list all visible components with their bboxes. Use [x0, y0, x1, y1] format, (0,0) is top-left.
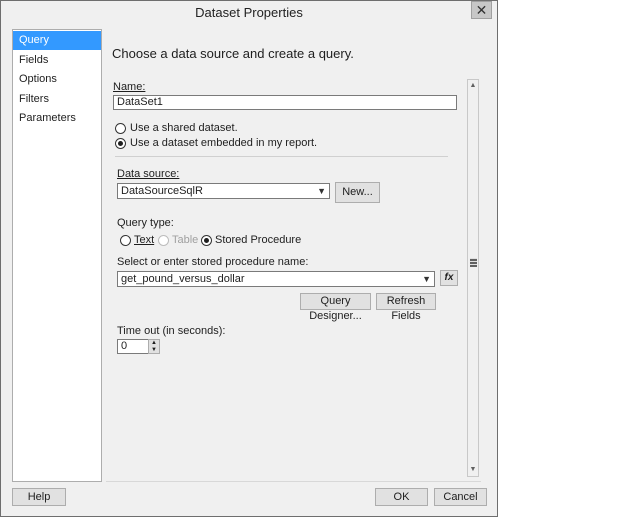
- query-panel: Choose a data source and create a query.…: [105, 29, 481, 481]
- query-type-label: Query type:: [117, 217, 174, 229]
- name-input[interactable]: DataSet1: [113, 95, 457, 110]
- timeout-label: Time out (in seconds):: [117, 325, 226, 337]
- query-type-stored-procedure-label: Stored Procedure: [215, 234, 302, 246]
- page-heading: Choose a data source and create a query.: [112, 46, 354, 61]
- query-type-text-radio[interactable]: [120, 235, 131, 246]
- nav-item-fields[interactable]: Fields: [13, 51, 101, 70]
- embedded-dataset-radio[interactable]: [115, 138, 126, 149]
- expression-fx-button[interactable]: fx: [440, 270, 458, 286]
- spin-down-icon[interactable]: ▼: [149, 347, 159, 354]
- data-source-label: Data source:: [117, 168, 180, 180]
- nav-item-query[interactable]: Query: [13, 31, 101, 50]
- close-icon[interactable]: ✕: [471, 1, 492, 19]
- data-source-value: DataSourceSqlR: [121, 185, 203, 197]
- stored-procedure-value: get_pound_versus_dollar: [121, 273, 245, 285]
- nav-item-parameters[interactable]: Parameters: [13, 109, 101, 128]
- data-source-combo[interactable]: DataSourceSqlR ▼: [117, 183, 330, 199]
- vertical-scrollbar[interactable]: ▲ ▬ ▬ ▬ ▼: [467, 79, 479, 477]
- chevron-down-icon: ▼: [317, 186, 326, 196]
- chevron-down-icon: ▼: [422, 274, 431, 284]
- timeout-spinner[interactable]: ▲ ▼: [148, 339, 160, 354]
- refresh-fields-button[interactable]: Refresh Fields: [376, 293, 436, 322]
- query-type-stored-procedure-radio[interactable]: [201, 235, 212, 246]
- embedded-dataset-label: Use a dataset embedded in my report.: [130, 137, 318, 149]
- scroll-up-icon[interactable]: ▲: [468, 80, 478, 92]
- scroll-grip-icon[interactable]: ▬ ▬ ▬: [470, 256, 477, 269]
- timeout-input[interactable]: 0: [117, 339, 149, 354]
- title-bar: Dataset Properties ✕: [1, 1, 497, 25]
- shared-dataset-label: Use a shared dataset.: [130, 122, 238, 134]
- dataset-properties-dialog: Dataset Properties ✕ Query Fields Option…: [0, 0, 498, 517]
- dialog-title: Dataset Properties: [195, 5, 303, 20]
- query-designer-button[interactable]: Query Designer...: [300, 293, 371, 322]
- help-button[interactable]: Help: [12, 488, 66, 506]
- cancel-button[interactable]: Cancel: [434, 488, 487, 506]
- spin-up-icon[interactable]: ▲: [149, 340, 159, 347]
- nav-item-filters[interactable]: Filters: [13, 90, 101, 109]
- ok-button[interactable]: OK: [375, 488, 428, 506]
- query-type-table-radio: [158, 235, 169, 246]
- new-data-source-button[interactable]: New...: [335, 182, 380, 203]
- nav-item-options[interactable]: Options: [13, 70, 101, 89]
- scroll-down-icon[interactable]: ▼: [468, 464, 478, 476]
- stored-procedure-label: Select or enter stored procedure name:: [117, 256, 309, 268]
- stored-procedure-combo[interactable]: get_pound_versus_dollar ▼: [117, 271, 435, 287]
- name-label: Name:: [113, 81, 146, 93]
- query-type-text-label: Text: [134, 234, 155, 246]
- divider: [115, 156, 448, 157]
- footer-divider: [106, 481, 481, 482]
- nav-list: Query Fields Options Filters Parameters: [12, 29, 102, 482]
- query-type-table-label: Table: [172, 234, 199, 246]
- shared-dataset-radio[interactable]: [115, 123, 126, 134]
